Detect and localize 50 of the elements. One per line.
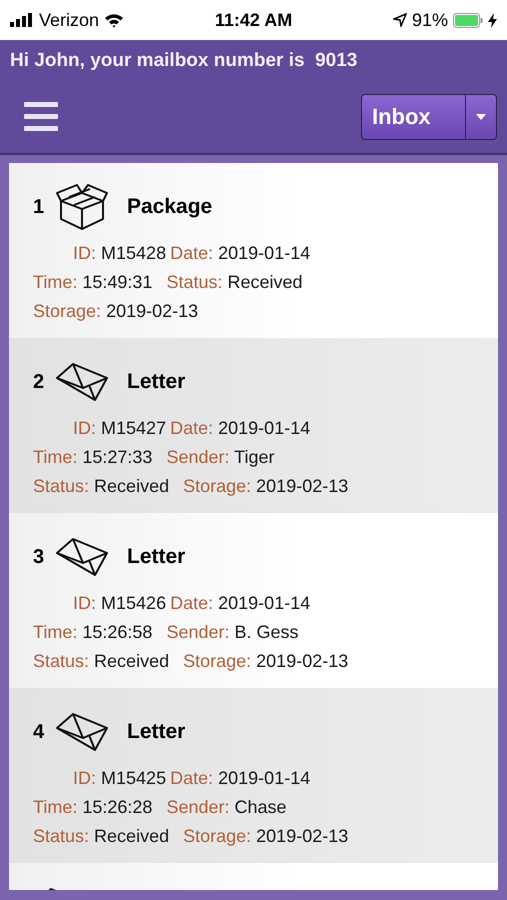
item-type: Package (127, 195, 212, 219)
item-number: 4 (33, 720, 46, 744)
mail-item[interactable]: 4 Letter ID: M15425 Date: 2019-01-14 Time: 15:26:28 Sender: Chase Status: Received Storage: 2019-02-13 (9, 688, 498, 863)
detail-field: ID: M15427 (73, 418, 166, 439)
greeting-text: Hi John, your mailbox number is 9013 (9, 49, 358, 73)
detail-field: Time: 15:49:31 (33, 272, 152, 293)
item-type: Letter (127, 720, 186, 744)
carrier-name: Verizon (39, 10, 100, 30)
envelope-icon (55, 537, 109, 577)
location-icon (392, 13, 407, 27)
detail-field: Storage: 2019-02-13 (183, 476, 348, 497)
envelope-icon (55, 362, 109, 402)
detail-field: Status: Received (33, 826, 170, 847)
detail-field: ID: M15426 (73, 593, 166, 614)
detail-field: Time: 15:27:33 (33, 447, 152, 468)
wifi-icon (104, 12, 124, 28)
battery-icon (453, 12, 483, 28)
clock-time: 11:42 AM (214, 10, 292, 30)
detail-field: Sender: B. Gess (166, 622, 299, 643)
detail-field: Storage: 2019-02-13 (183, 651, 348, 672)
detail-field: ID: M15425 (73, 768, 166, 789)
mail-item[interactable]: 1 Package ID: M15428 Date: 2019-01-14 Time: 15:49:31 Status: Received Storage: 2019-02-13 (9, 163, 498, 338)
folder-dropdown[interactable]: Inbox (361, 94, 497, 140)
detail-field: ID: M15428 (73, 243, 166, 264)
detail-field: Status: Received (33, 651, 170, 672)
detail-field: Date: 2019-01-14 (170, 243, 310, 264)
item-number: 2 (33, 370, 46, 394)
item-number: 1 (33, 196, 46, 218)
detail-field: Sender: Chase (166, 797, 287, 818)
menu-button[interactable] (24, 100, 60, 134)
envelope-icon (55, 712, 109, 752)
signal-icon (10, 13, 34, 27)
detail-field: Date: 2019-01-14 (170, 418, 310, 439)
caret-icon (476, 114, 486, 120)
mail-item[interactable]: 3 Letter ID: M15426 Date: 2019-01-14 Time: 15:26:58 Sender: B. Gess Status: Received Storage: 2019-02-13 (9, 513, 498, 688)
detail-field: Sender: Tiger (166, 447, 275, 468)
detail-field: Storage: 2019-02-13 (33, 301, 198, 322)
detail-field: Date: 2019-01-14 (170, 768, 310, 789)
box-icon (55, 183, 109, 231)
battery-percent: 91% (412, 10, 448, 30)
detail-field: Status: Received (166, 272, 303, 293)
detail-field: Time: 15:26:28 (33, 797, 152, 818)
item-number: 3 (33, 546, 46, 568)
mail-item[interactable]: 2 Letter ID: M15427 Date: 2019-01-14 Time: 15:27:33 Sender: Tiger Status: Received Storage: 2019-02-13 (9, 338, 498, 513)
detail-field: Time: 15:26:58 (33, 622, 152, 643)
detail-field: Storage: 2019-02-13 (183, 826, 348, 847)
detail-field: Status: Received (33, 476, 170, 497)
detail-field: Date: 2019-01-14 (170, 593, 310, 614)
item-type: Letter (127, 545, 186, 569)
item-type: Letter (127, 370, 186, 394)
